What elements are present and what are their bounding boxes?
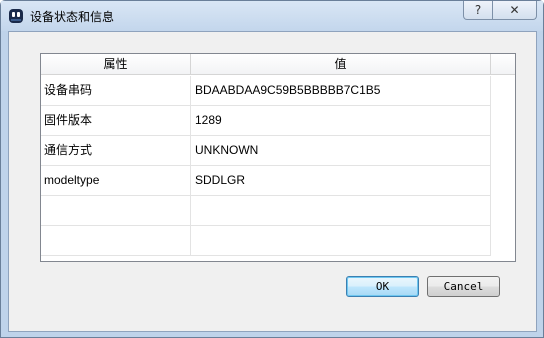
value-cell: [191, 226, 491, 256]
table-row[interactable]: 设备串码 BDAABDAA9C59B5BBBBB7C1B5: [41, 76, 491, 106]
value-cell: [191, 196, 491, 226]
dialog-body: 属性 值 设备串码 BDAABDAA9C59B5BBBBB7C1B5 固件版本 …: [8, 31, 537, 332]
property-cell: 通信方式: [41, 136, 191, 166]
table-row[interactable]: 通信方式 UNKNOWN: [41, 136, 491, 166]
column-header-value[interactable]: 值: [191, 54, 491, 75]
properties-table[interactable]: 属性 值 设备串码 BDAABDAA9C59B5BBBBB7C1B5 固件版本 …: [40, 53, 516, 262]
value-cell: 1289: [191, 106, 491, 136]
property-cell: [41, 196, 191, 226]
value-cell: BDAABDAA9C59B5BBBBB7C1B5: [191, 76, 491, 106]
property-cell: modeltype: [41, 166, 191, 196]
question-icon: ?: [474, 3, 482, 17]
ok-button[interactable]: OK: [346, 276, 419, 297]
column-header-property[interactable]: 属性: [41, 54, 191, 75]
value-cell: UNKNOWN: [191, 136, 491, 166]
title-bar[interactable]: 设备状态和信息 ? ✕: [1, 1, 543, 31]
close-icon: ✕: [509, 3, 520, 17]
table-row[interactable]: [41, 226, 491, 256]
header-filler: [491, 54, 515, 75]
property-cell: 固件版本: [41, 106, 191, 136]
property-cell: 设备串码: [41, 76, 191, 106]
table-row[interactable]: [41, 196, 491, 226]
dialog-window: 设备状态和信息 ? ✕ 属性 值 设备串码 BDAABDAA9C59B5BBBB…: [0, 0, 544, 338]
table-row[interactable]: 固件版本 1289: [41, 106, 491, 136]
app-icon: [9, 9, 23, 23]
value-cell: SDDLGR: [191, 166, 491, 196]
window-title: 设备状态和信息: [30, 10, 115, 24]
table-header: 属性 值: [41, 54, 515, 75]
help-button[interactable]: ?: [463, 1, 493, 20]
cancel-button[interactable]: Cancel: [427, 276, 500, 297]
close-button[interactable]: ✕: [493, 1, 537, 20]
property-cell: [41, 226, 191, 256]
table-row[interactable]: modeltype SDDLGR: [41, 166, 491, 196]
